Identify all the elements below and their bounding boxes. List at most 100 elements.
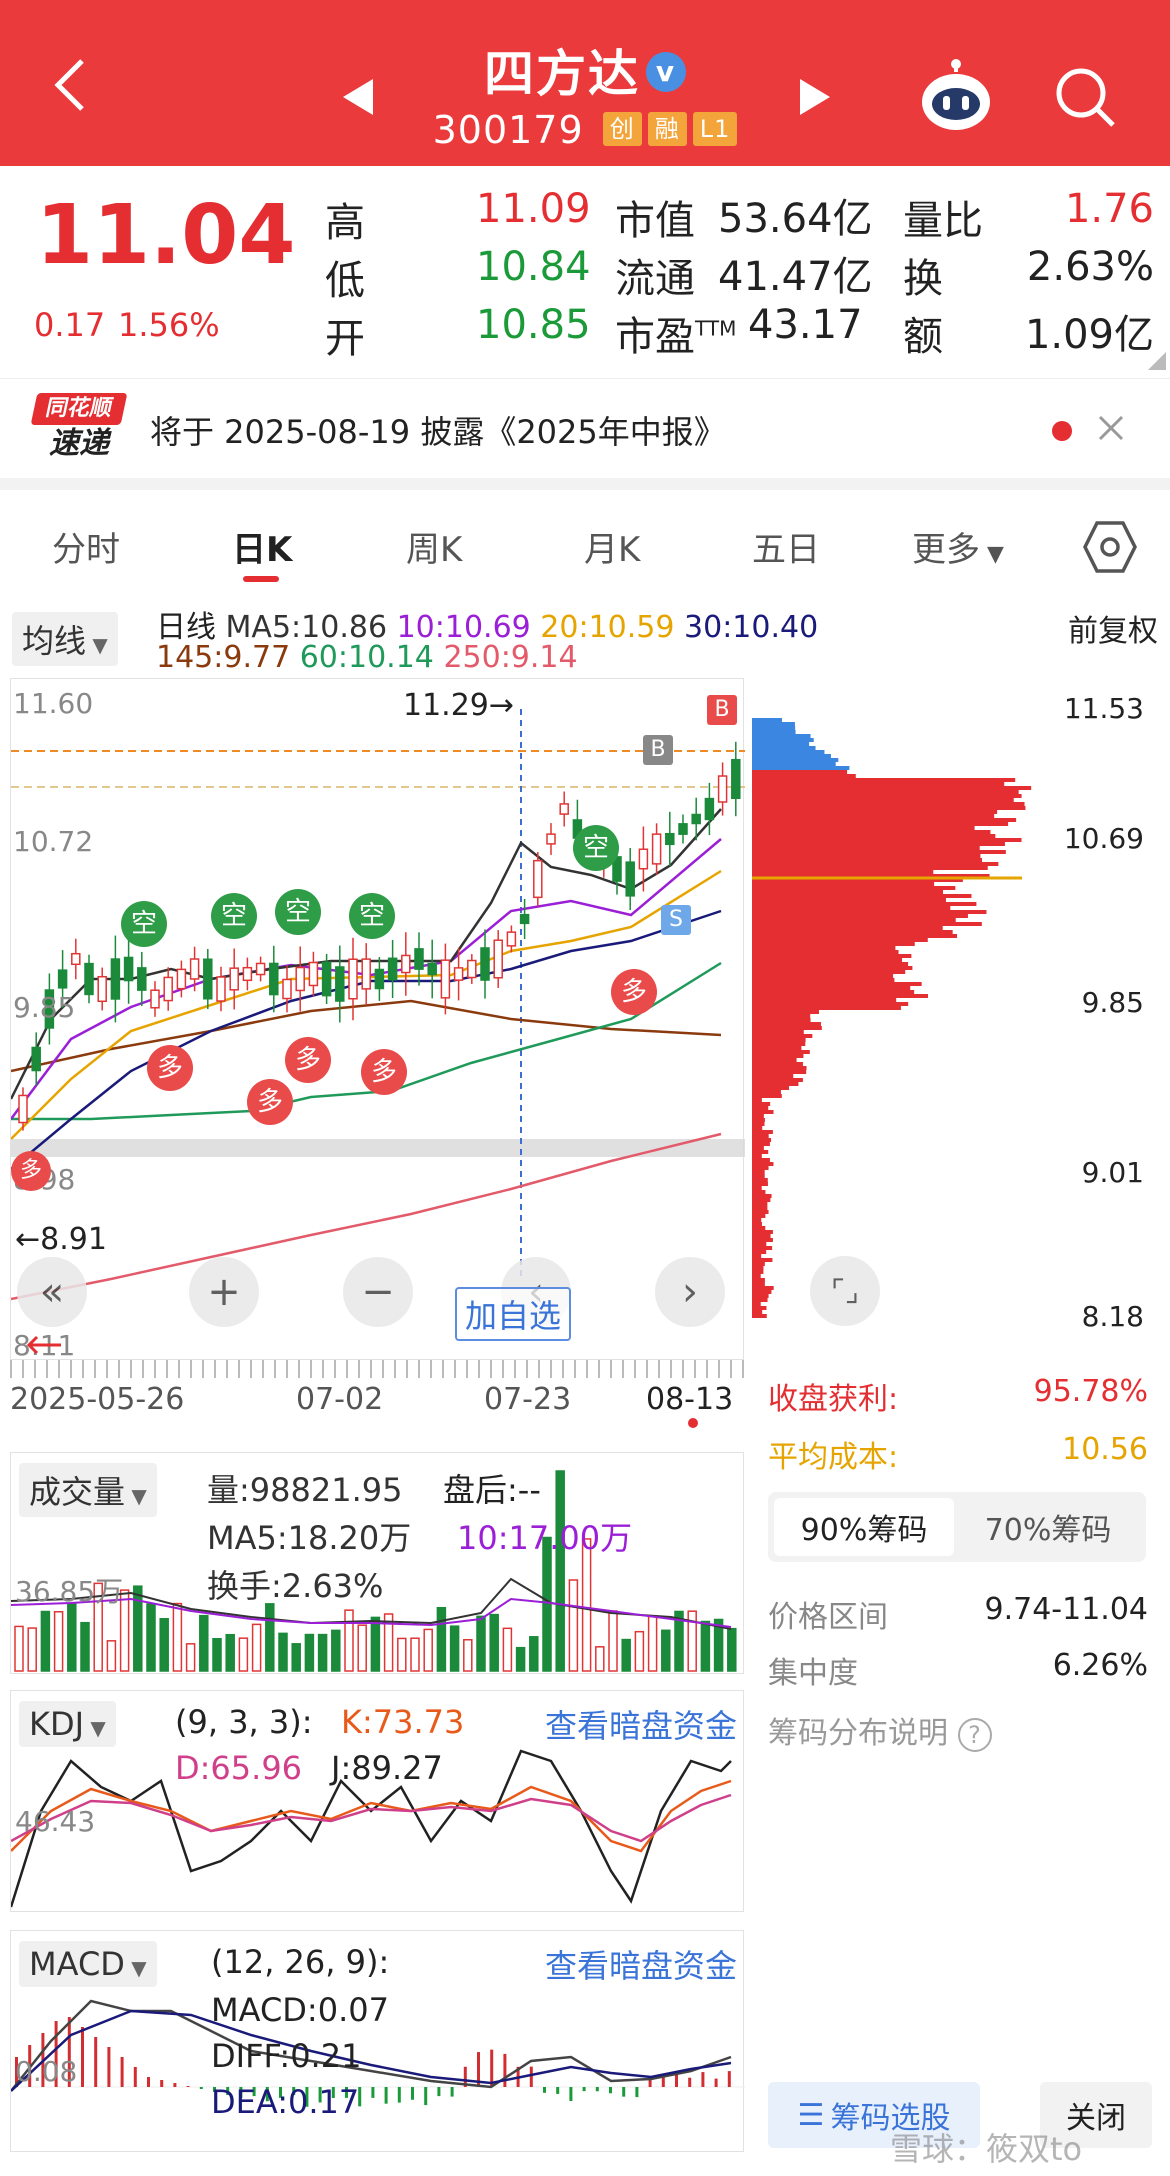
- chip-bar: [752, 1234, 771, 1238]
- kdj-panel[interactable]: 46.43 KDJ ▼ (9, 3, 3): K:73.73 查看暗盘资金 D:…: [9, 1690, 744, 1912]
- candle: [414, 932, 424, 986]
- indicator-dropdown-kdj[interactable]: KDJ ▼: [19, 1701, 116, 1747]
- chip-bar: [752, 1122, 765, 1126]
- signal-b-1[interactable]: B: [643, 735, 673, 765]
- announcement-bar[interactable]: 同花顺 速递 将于 2025-08-19 披露《2025年中报》: [0, 378, 1170, 478]
- chip-bar: [752, 770, 848, 774]
- zoom-in-button[interactable]: +: [189, 1257, 259, 1327]
- signal-duo-3[interactable]: 多: [285, 1037, 331, 1083]
- signal-kong-1[interactable]: 空: [121, 901, 167, 947]
- chip-bar: [752, 978, 895, 982]
- dark-pool-link-kdj[interactable]: 查看暗盘资金: [545, 1701, 737, 1747]
- robot-assistant-button[interactable]: [918, 58, 994, 134]
- chip-bar: [752, 966, 913, 970]
- tab-more[interactable]: 更多 ▼: [912, 522, 1004, 571]
- chip-bar: [752, 754, 831, 758]
- tab-fenshi[interactable]: 分时: [52, 522, 120, 571]
- signal-duo-4[interactable]: 多: [361, 1049, 407, 1095]
- signal-s-text: S: [669, 907, 683, 932]
- indicator-dropdown-volume[interactable]: 成交量 ▼: [19, 1463, 157, 1517]
- macd-bar: [727, 2071, 731, 2087]
- fullscreen-button[interactable]: ⌜⌟: [810, 1256, 880, 1326]
- next-stock-button[interactable]: [795, 72, 835, 122]
- dark-pool-link-macd[interactable]: 查看暗盘资金: [545, 1941, 737, 1987]
- signal-kong-5[interactable]: 空: [573, 825, 619, 871]
- tab-monthly-k[interactable]: 月K: [584, 522, 640, 571]
- after-hours-value: 盘后:--: [443, 1471, 541, 1509]
- tab-chip-90[interactable]: 90%筹码: [774, 1498, 954, 1556]
- triangle-right-icon: [800, 79, 830, 115]
- chip-help-link[interactable]: 筹码分布说明 ?: [768, 1708, 992, 1752]
- chip-bar: [752, 854, 981, 858]
- chip-bar: [752, 1046, 802, 1050]
- chip-bar: [752, 1230, 773, 1234]
- chip-bar: [752, 870, 934, 874]
- indicator-dropdown-macd[interactable]: MACD ▼: [19, 1941, 157, 1987]
- high-label: 高: [325, 200, 365, 246]
- volume-dropdown-label: 成交量: [29, 1473, 126, 1511]
- tab-weekly-k[interactable]: 周K: [406, 522, 462, 571]
- signal-duo-1[interactable]: 多: [147, 1045, 193, 1091]
- tab-chip-70[interactable]: 70%筹码: [958, 1498, 1138, 1556]
- signal-duo-2[interactable]: 多: [247, 1079, 293, 1125]
- zoom-out-button[interactable]: −: [343, 1257, 413, 1327]
- search-button[interactable]: [1050, 62, 1120, 132]
- chip-distribution[interactable]: 11.53 10.69 9.85 9.01 8.18 ⌜⌟: [752, 678, 1170, 1360]
- scroll-right-button[interactable]: ›: [655, 1257, 725, 1327]
- close-icon[interactable]: [1096, 413, 1126, 443]
- chip-bar: [752, 762, 836, 766]
- chip-bar: [752, 1090, 781, 1094]
- watermark: 雪球：筱双to: [890, 2130, 1083, 2168]
- macd-bar: [556, 2087, 560, 2094]
- caret-down-icon: ▼: [86, 633, 108, 657]
- add-watchlist-button[interactable]: 加自选: [455, 1287, 572, 1341]
- chip-bar: [752, 1174, 765, 1178]
- chip-bar: [752, 1138, 772, 1142]
- ma60-value: 60:10.14: [299, 640, 434, 675]
- macd-bar: [609, 2087, 612, 2094]
- volume-bar: [212, 1637, 222, 1672]
- ths-express-logo: 同花顺 速递: [30, 393, 128, 463]
- indicator-dropdown-ma[interactable]: 均线 ▼: [12, 612, 118, 666]
- adjust-mode-button[interactable]: 前复权: [1068, 606, 1158, 650]
- chip-bar: [752, 1290, 772, 1294]
- volume-panel[interactable]: 36.85万 成交量 ▼ 量:98821.95 盘后:-- MA5:18.20万…: [10, 1452, 744, 1674]
- volume-bar: [40, 1610, 51, 1672]
- chip-bar: [752, 906, 951, 910]
- chip-bar: [752, 998, 897, 1002]
- x-label-1: 2025-05-26: [10, 1382, 185, 1417]
- chip-bar: [752, 1206, 768, 1210]
- signal-kong-4[interactable]: 空: [349, 893, 395, 939]
- stock-code: 300179: [432, 108, 584, 152]
- signal-duo-6[interactable]: 多: [11, 1151, 51, 1191]
- candle: [150, 981, 160, 1017]
- chip-bar: [752, 858, 983, 862]
- signal-b-2[interactable]: B: [707, 695, 737, 725]
- signal-s[interactable]: S: [661, 905, 691, 935]
- volume-bar: [661, 1629, 671, 1672]
- chip-bar: [752, 1010, 820, 1014]
- chip-bar: [752, 750, 825, 754]
- kline-chart[interactable]: 11.60 10.72 9.85 8.98 8.11 11.29→ ←8.91 …: [9, 678, 745, 1362]
- chip-y-label-2: 10.69: [1064, 822, 1144, 855]
- scroll-left-fast-button[interactable]: «: [17, 1257, 87, 1327]
- volume-bar: [449, 1625, 460, 1672]
- active-tab-underline: [243, 576, 279, 582]
- signal-kong-2[interactable]: 空: [211, 893, 257, 939]
- tab-daily-k[interactable]: 日K: [232, 522, 292, 571]
- chip-bar: [752, 1170, 765, 1174]
- candle: [84, 954, 94, 1004]
- macd-panel[interactable]: 0.08 MACD ▼ (12, 26, 9): 查看暗盘资金 MACD:0.0…: [10, 1930, 745, 2152]
- settings-hexagon-icon[interactable]: [1083, 520, 1137, 574]
- candle: [427, 939, 437, 999]
- expand-corner-icon[interactable]: [1148, 352, 1166, 370]
- candle: [229, 948, 239, 1010]
- quote-panel: 11.04 0.17 1.56% 高 低 开 11.09 10.84 10.85…: [0, 166, 1170, 376]
- volume-bar: [146, 1603, 156, 1672]
- chip-bar: [752, 1134, 769, 1138]
- signal-duo-5[interactable]: 多: [611, 969, 657, 1015]
- signal-kong-3[interactable]: 空: [275, 889, 321, 935]
- volume-bar: [357, 1624, 367, 1672]
- tab-five-day[interactable]: 五日: [752, 522, 820, 571]
- chip-bar: [752, 1194, 772, 1198]
